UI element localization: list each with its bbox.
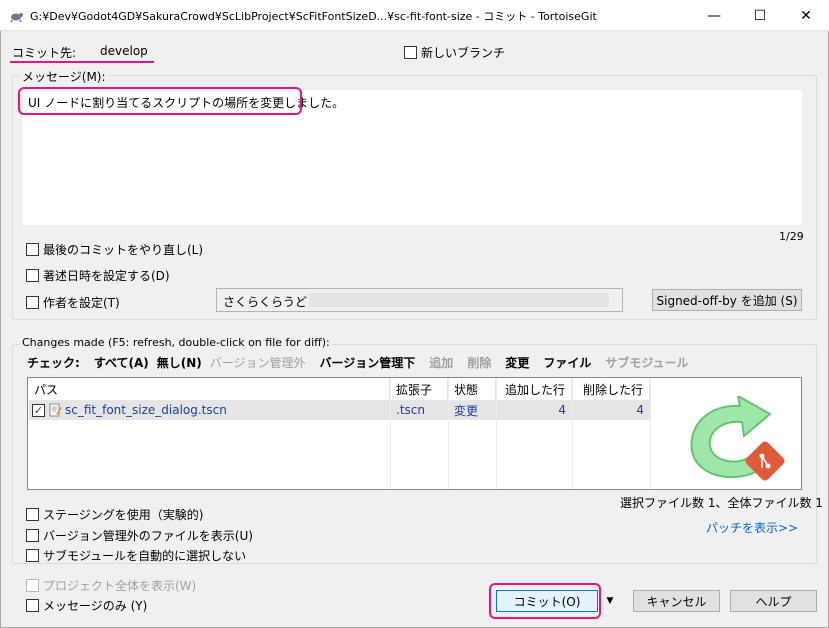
show-unversioned-label: バージョン管理外のファイルを表示(U)	[43, 529, 253, 543]
minimize-button[interactable]: —	[691, 0, 737, 31]
file-extension: .tscn	[396, 403, 425, 417]
show-unversioned-checkbox[interactable]	[26, 529, 39, 542]
staging-checkbox[interactable]	[26, 508, 39, 521]
maximize-icon: ☐	[753, 7, 767, 24]
column-header-added-lines[interactable]: 追加した行	[496, 378, 572, 400]
close-icon: ✕	[800, 7, 812, 24]
show-whole-project-checkbox-row[interactable]: プロジェクト全体を表示(W)	[26, 577, 196, 594]
author-field[interactable]: さくらくらうど	[216, 288, 623, 312]
file-count-summary: 選択ファイル数 1、全体ファイル数 1	[620, 496, 823, 510]
column-divider	[572, 378, 573, 489]
filter-all[interactable]: すべて(A)	[94, 354, 149, 371]
column-header-extension[interactable]: 拡張子	[390, 378, 448, 400]
file-row-checkbox[interactable]: ✓	[32, 403, 45, 417]
cancel-button[interactable]: キャンセル	[633, 590, 720, 612]
author-email-redacted	[309, 293, 609, 307]
amend-label: 最後のコミットをやり直し(L)	[43, 243, 204, 257]
message-highlight-box	[18, 87, 302, 115]
amend-checkbox-row[interactable]: 最後のコミットをやり直し(L)	[26, 241, 203, 258]
modified-file-icon	[49, 403, 62, 417]
column-divider	[390, 378, 391, 489]
maximize-button[interactable]: ☐	[737, 0, 783, 31]
close-button[interactable]: ✕	[783, 0, 829, 31]
filter-versioned[interactable]: バージョン管理下	[320, 354, 416, 371]
column-header-path[interactable]: パス	[28, 378, 390, 400]
set-author-checkbox-row[interactable]: 作者を設定(T)	[26, 294, 120, 311]
new-branch-checkbox-row[interactable]: 新しいブランチ	[404, 44, 505, 61]
set-author-checkbox[interactable]	[26, 296, 39, 309]
changed-files-list[interactable]: パス 拡張子 状態 追加した行 削除した行 ✓ sc_fit_font_size…	[27, 377, 802, 490]
no-auto-submodule-label: サブモジュールを自動的に選択しない	[43, 549, 247, 563]
message-char-counter: 1/29	[779, 230, 804, 243]
no-auto-submodule-checkbox[interactable]	[26, 549, 39, 562]
check-filter-bar: チェック: すべて(A) 無し(N) バージョン管理外 バージョン管理下 追加 …	[27, 354, 689, 371]
message-only-checkbox-row[interactable]: メッセージのみ (Y)	[26, 597, 147, 614]
commit-to-label: コミット先:	[12, 46, 77, 60]
help-button[interactable]: ヘルプ	[730, 590, 817, 612]
changes-group-label: Changes made (F5: refresh, double-click …	[20, 336, 332, 349]
set-date-checkbox-row[interactable]: 著述日時を設定する(D)	[26, 267, 170, 284]
staging-checkbox-row[interactable]: ステージングを使用（実験的)	[26, 506, 203, 523]
file-deleted-lines: 4	[636, 403, 644, 417]
message-only-label: メッセージのみ (Y)	[43, 599, 148, 613]
filter-files[interactable]: ファイル	[543, 354, 591, 371]
filter-submodules[interactable]: サブモジュール	[605, 354, 688, 371]
set-date-checkbox[interactable]	[26, 269, 39, 282]
commit-dropdown-button[interactable]: ▼	[601, 590, 619, 612]
column-divider	[496, 378, 497, 489]
set-author-label: 作者を設定(T)	[43, 296, 120, 310]
title-bar[interactable]: G:¥Dev¥Godot4GD¥SakuraCrowd¥ScLibProject…	[0, 0, 829, 31]
show-unversioned-checkbox-row[interactable]: バージョン管理外のファイルを表示(U)	[26, 527, 253, 544]
branch-name: develop	[100, 44, 148, 58]
show-patch-link[interactable]: パッチを表示>>	[706, 519, 798, 536]
branch-highlight-underline	[10, 61, 154, 63]
message-only-checkbox[interactable]	[26, 599, 39, 612]
filter-none[interactable]: 無し(N)	[157, 354, 202, 371]
file-path: sc_fit_font_size_dialog.tscn	[65, 403, 227, 417]
tortoisegit-app-icon	[9, 8, 24, 23]
column-divider	[650, 378, 651, 489]
show-whole-project-checkbox[interactable]	[26, 579, 39, 592]
filter-deleted[interactable]: 削除	[467, 354, 491, 371]
amend-checkbox[interactable]	[26, 243, 39, 256]
new-branch-label: 新しいブランチ	[421, 46, 506, 60]
filter-unversioned[interactable]: バージョン管理外	[210, 354, 306, 371]
message-group-label: メッセージ(M):	[20, 68, 108, 85]
column-header-status[interactable]: 状態	[448, 378, 496, 400]
filter-added[interactable]: 追加	[429, 354, 453, 371]
minimize-icon: —	[707, 7, 721, 24]
window-title: G:¥Dev¥Godot4GD¥SakuraCrowd¥ScLibProject…	[30, 10, 597, 23]
new-branch-checkbox[interactable]	[404, 46, 417, 59]
tortoisegit-logo-icon	[690, 396, 785, 481]
column-divider	[448, 378, 449, 489]
show-whole-project-label: プロジェクト全体を表示(W)	[43, 579, 197, 593]
no-auto-submodule-checkbox-row[interactable]: サブモジュールを自動的に選択しない	[26, 547, 246, 564]
file-status: 変更	[454, 403, 479, 418]
commit-highlight-box	[489, 583, 601, 619]
column-header-deleted-lines[interactable]: 削除した行	[572, 378, 650, 400]
filter-modified[interactable]: 変更	[505, 354, 529, 371]
signed-off-by-button[interactable]: Signed-off-by を追加 (S)	[652, 289, 802, 311]
author-value: さくらくらうど	[223, 295, 308, 309]
file-added-lines: 4	[558, 403, 566, 417]
set-date-label: 著述日時を設定する(D)	[43, 269, 170, 283]
staging-label: ステージングを使用（実験的)	[43, 508, 204, 522]
file-row-path-cell: ✓ sc_fit_font_size_dialog.tscn	[32, 401, 227, 419]
check-label: チェック:	[27, 356, 80, 370]
chevron-down-icon: ▼	[606, 596, 614, 606]
